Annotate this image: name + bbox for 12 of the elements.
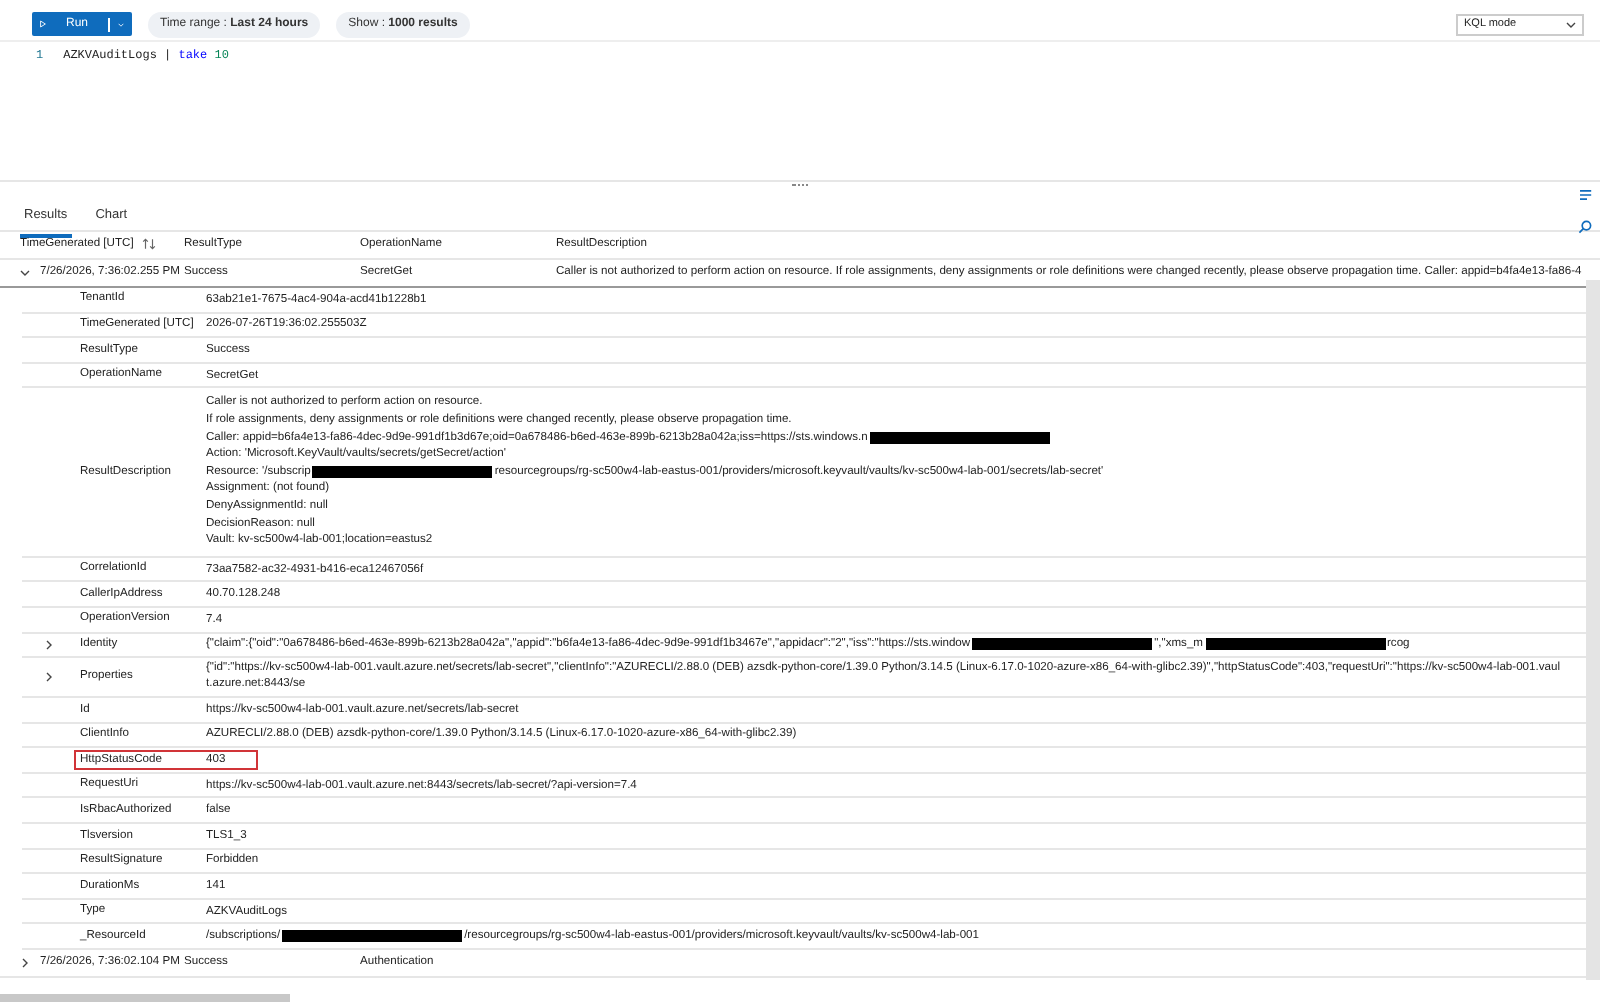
play-icon <box>40 18 46 30</box>
expand-icon[interactable] <box>44 672 54 683</box>
scrollbar[interactable] <box>0 994 290 1002</box>
splitter-handle[interactable] <box>792 184 808 190</box>
expand-icon[interactable] <box>20 958 30 969</box>
expand-icon[interactable] <box>44 639 54 650</box>
search-icon[interactable] <box>1578 220 1592 234</box>
caret-icon[interactable] <box>1566 19 1576 29</box>
scrollbar[interactable] <box>1586 280 1600 980</box>
sort-icon[interactable] <box>141 237 156 250</box>
columns-icon[interactable] <box>1578 188 1596 202</box>
expand-icon[interactable] <box>20 268 30 278</box>
